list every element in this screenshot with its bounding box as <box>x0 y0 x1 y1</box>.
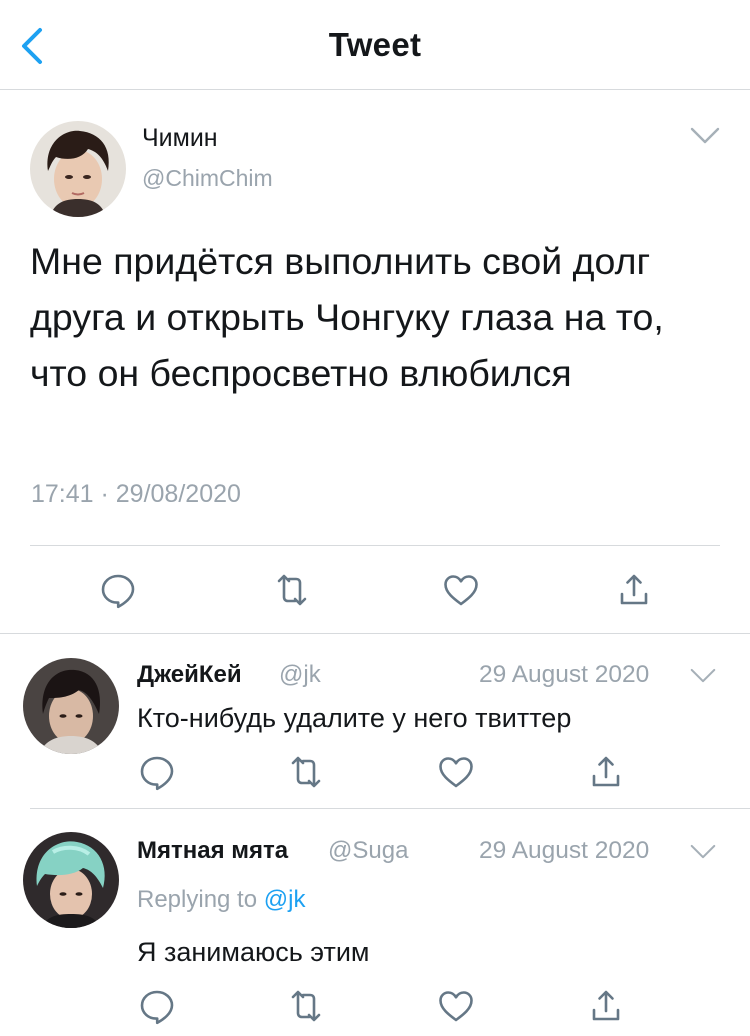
top-bar: Tweet <box>0 0 750 90</box>
reply-text: Я занимаюсь этим <box>137 937 370 967</box>
heart-icon[interactable] <box>436 752 476 792</box>
divider <box>0 633 750 634</box>
avatar[interactable] <box>30 121 126 217</box>
retweet-icon[interactable] <box>272 570 312 610</box>
reply-author-name[interactable]: ДжейКей <box>137 661 242 689</box>
heart-icon[interactable] <box>436 986 476 1026</box>
author-handle[interactable]: @ChimChim <box>142 165 273 192</box>
tweet-text: Мне придётся выполнить свой долг друга и… <box>30 240 664 394</box>
reply-date: 29 August 2020 <box>479 837 650 864</box>
reply-author-handle[interactable]: @Suga <box>328 837 408 865</box>
divider <box>30 808 750 809</box>
reply-icon[interactable] <box>137 986 177 1026</box>
tweet-timestamp: 17:41 · 29/08/2020 <box>31 480 241 508</box>
chevron-down-icon[interactable] <box>690 127 720 145</box>
avatar[interactable] <box>23 658 119 754</box>
reply-text: Кто-нибудь удалите у него твиттер <box>137 703 572 733</box>
reply-author-name[interactable]: Мятная мята <box>137 837 288 865</box>
replying-to-mention[interactable]: @jk <box>264 886 306 913</box>
chevron-down-icon[interactable] <box>690 668 716 684</box>
divider <box>30 545 720 546</box>
page-title: Tweet <box>328 26 422 63</box>
replying-to-label: Replying to <box>137 886 258 913</box>
reply-date: 29 August 2020 <box>479 661 650 688</box>
replying-to: Replying to @jk <box>137 886 305 914</box>
author-name[interactable]: Чимин <box>142 124 218 153</box>
share-icon[interactable] <box>586 752 626 792</box>
reply-icon[interactable] <box>98 570 138 610</box>
reply-author-handle[interactable]: @jk <box>279 661 321 689</box>
retweet-icon[interactable] <box>286 752 326 792</box>
retweet-icon[interactable] <box>286 986 326 1026</box>
reply-icon[interactable] <box>137 752 177 792</box>
avatar[interactable] <box>23 832 119 928</box>
share-icon[interactable] <box>614 570 654 610</box>
share-icon[interactable] <box>586 986 626 1026</box>
heart-icon[interactable] <box>441 570 481 610</box>
chevron-down-icon[interactable] <box>690 844 716 860</box>
